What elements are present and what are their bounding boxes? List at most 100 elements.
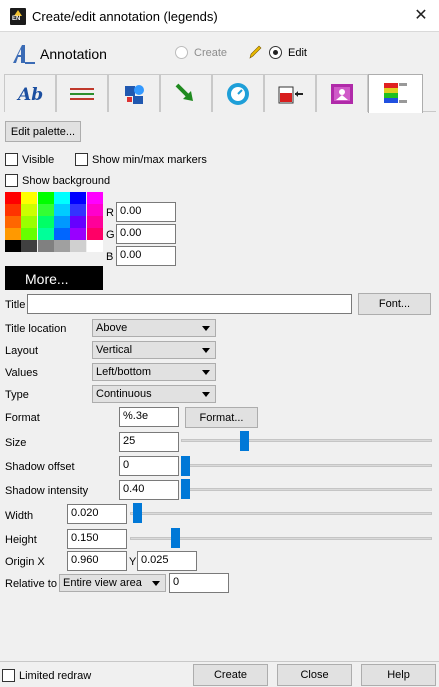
palette-swatch[interactable] xyxy=(70,192,87,204)
edit-mode-radio[interactable] xyxy=(269,46,282,59)
format-button[interactable]: Format... xyxy=(185,407,258,428)
limited-redraw-label: Limited redraw xyxy=(19,670,92,682)
font-button[interactable]: Font... xyxy=(358,293,431,315)
palette-swatch[interactable] xyxy=(21,240,38,252)
values-select[interactable]: Left/bottom xyxy=(92,363,216,381)
limited-redraw-checkbox[interactable] xyxy=(2,669,15,682)
palette-swatch[interactable] xyxy=(53,216,70,228)
b-input[interactable]: 0.00 xyxy=(116,246,176,266)
width-slider-thumb[interactable] xyxy=(133,503,142,523)
visible-checkbox[interactable] xyxy=(5,153,18,166)
minmax-label: Show min/max markers xyxy=(92,154,207,166)
palette-swatch[interactable] xyxy=(21,228,38,240)
palette-swatch[interactable] xyxy=(5,216,21,228)
width-slider-track[interactable] xyxy=(130,512,432,515)
height-input[interactable]: 0.150 xyxy=(67,529,127,549)
palette-swatch[interactable] xyxy=(37,204,54,216)
palette-swatch[interactable] xyxy=(70,216,87,228)
palette-swatch[interactable] xyxy=(37,192,54,204)
size-input[interactable]: 25 xyxy=(119,432,179,452)
relative-to-input[interactable]: 0 xyxy=(169,573,229,593)
legend-icon xyxy=(383,83,407,103)
type-select[interactable]: Continuous xyxy=(92,385,216,403)
palette-swatch[interactable] xyxy=(5,228,21,240)
footer-bar: Limited redraw Create Close Help xyxy=(0,661,439,687)
palette-swatch[interactable] xyxy=(86,216,103,228)
palette-swatch[interactable] xyxy=(70,228,87,240)
palette-swatch[interactable] xyxy=(5,240,21,252)
relative-to-value: Entire view area xyxy=(63,577,142,589)
time-tab[interactable] xyxy=(212,74,264,112)
shapes-icon xyxy=(125,84,144,104)
palette-swatch[interactable] xyxy=(37,240,54,252)
palette-swatch[interactable] xyxy=(70,204,87,216)
shapes-tab[interactable] xyxy=(108,74,160,112)
shadow-intensity-slider-thumb[interactable] xyxy=(181,479,190,499)
palette-swatch[interactable] xyxy=(70,240,87,252)
pencil-icon xyxy=(249,45,262,59)
shadow-offset-label: Shadow offset xyxy=(5,461,75,473)
close-button[interactable]: Close xyxy=(277,664,352,686)
shadow-intensity-slider-track[interactable] xyxy=(181,488,432,491)
size-slider-track[interactable] xyxy=(181,439,432,442)
text-tab[interactable]: Ab xyxy=(4,74,56,112)
palette-swatch[interactable] xyxy=(53,204,70,216)
r-input[interactable]: 0.00 xyxy=(116,202,176,222)
color-palette[interactable] xyxy=(5,192,103,266)
width-label: Width xyxy=(5,510,34,522)
width-input[interactable]: 0.020 xyxy=(67,504,127,524)
clock-icon xyxy=(227,82,249,105)
chevron-down-icon xyxy=(202,348,210,353)
r-label: R xyxy=(106,207,114,219)
palette-swatch[interactable] xyxy=(5,192,21,204)
palette-swatch[interactable] xyxy=(86,228,103,240)
shadow-offset-input[interactable]: 0 xyxy=(119,456,179,476)
palette-swatch[interactable] xyxy=(86,204,103,216)
origin-y-input[interactable]: 0.025 xyxy=(137,551,197,571)
minmax-checkbox[interactable] xyxy=(75,153,88,166)
g-input[interactable]: 0.00 xyxy=(116,224,176,244)
create-button[interactable]: Create xyxy=(193,664,268,686)
legend-tab[interactable] xyxy=(368,74,423,113)
palette-swatch[interactable] xyxy=(37,228,54,240)
palette-swatch[interactable] xyxy=(5,204,21,216)
3d-tab[interactable] xyxy=(264,74,316,112)
title-input[interactable] xyxy=(27,294,352,314)
palette-swatch[interactable] xyxy=(21,192,38,204)
help-button[interactable]: Help xyxy=(361,664,436,686)
title-label: Title xyxy=(5,299,26,311)
palette-swatch[interactable] xyxy=(21,204,38,216)
edit-palette-button[interactable]: Edit palette... xyxy=(5,121,81,142)
format-input[interactable]: %.3e xyxy=(119,407,179,427)
format-label: Format xyxy=(5,412,40,424)
palette-swatch[interactable] xyxy=(86,240,103,252)
shadow-offset-slider-thumb[interactable] xyxy=(181,456,190,476)
palette-swatch[interactable] xyxy=(53,240,70,252)
palette-swatch[interactable] xyxy=(21,216,38,228)
type-label: Type xyxy=(5,389,29,401)
title-location-select[interactable]: Above xyxy=(92,319,216,337)
show-background-checkbox[interactable] xyxy=(5,174,18,187)
more-colors-button[interactable]: More... xyxy=(5,266,103,290)
palette-swatch[interactable] xyxy=(86,192,103,204)
height-slider-thumb[interactable] xyxy=(171,528,180,548)
size-slider-thumb[interactable] xyxy=(240,431,249,451)
origin-y-label: Y xyxy=(129,556,137,568)
palette-swatch[interactable] xyxy=(53,228,70,240)
palette-swatch[interactable] xyxy=(37,216,54,228)
image-tab[interactable] xyxy=(316,74,368,112)
image-icon xyxy=(331,83,353,104)
arrows-tab[interactable] xyxy=(56,74,108,112)
annotation-type-tabs: Ab xyxy=(4,74,436,113)
origin-x-input[interactable]: 0.960 xyxy=(67,551,127,571)
title-location-value: Above xyxy=(96,322,128,334)
layout-select[interactable]: Vertical xyxy=(92,341,216,359)
app-icon xyxy=(10,8,26,25)
relative-to-select[interactable]: Entire view area xyxy=(59,574,166,592)
close-window-button[interactable]: ✕ xyxy=(408,4,434,28)
chevron-down-icon xyxy=(202,392,210,397)
shadow-intensity-input[interactable]: 0.40 xyxy=(119,480,179,500)
line-tab[interactable] xyxy=(160,74,212,112)
palette-swatch[interactable] xyxy=(53,192,70,204)
shadow-offset-slider-track[interactable] xyxy=(181,464,432,467)
